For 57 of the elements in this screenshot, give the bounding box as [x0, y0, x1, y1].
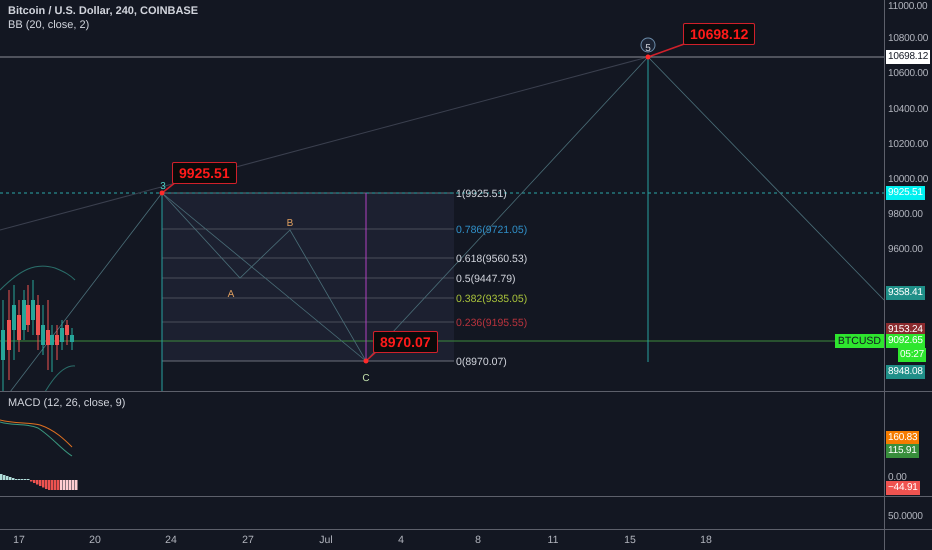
price-badge: 05:27 [898, 348, 926, 362]
fib-level-lines[interactable] [162, 192, 454, 362]
leader-line [366, 350, 378, 362]
fib-level-label: 0.5(9447.79) [456, 273, 516, 285]
value-badge: −44.91 [886, 481, 920, 495]
price-tick: 10200.00 [888, 139, 928, 151]
zigzag-line[interactable] [10, 56, 884, 391]
price-badge: 9925.51 [886, 186, 925, 200]
wave-label: B [286, 218, 294, 229]
price-badge: 10698.12 [886, 50, 930, 64]
fib-level-label: 0.236(9195.55) [456, 317, 528, 329]
wave-label: 3 [160, 181, 166, 192]
price-tick: 10800.00 [888, 33, 928, 45]
symbol-title: Bitcoin / U.S. Dollar, 240, COINBASE [8, 5, 198, 17]
time-label: 15 [624, 534, 636, 546]
fib-level-label: 0.786(9721.05) [456, 224, 528, 236]
price-tick: 9600.00 [888, 244, 923, 256]
leader-line [162, 181, 176, 194]
symbol-tag: BTCUSD [834, 334, 884, 348]
time-label: 8 [475, 534, 481, 546]
time-label: 20 [89, 534, 101, 546]
indicator-label: MACD (12, 26, close, 9) [8, 397, 126, 409]
anchor-dot[interactable] [364, 358, 368, 364]
price-callout[interactable]: 9925.51 [172, 162, 237, 184]
time-label: 24 [165, 534, 177, 546]
anchor-dot[interactable] [646, 54, 650, 60]
time-label: 11 [548, 534, 558, 546]
price-tick: 11000.00 [888, 1, 928, 13]
time-label: 27 [242, 534, 254, 546]
price-callout[interactable]: 8970.07 [373, 331, 438, 353]
indicator-label: BB (20, close, 2) [8, 19, 90, 31]
fib-level-label: 0.382(9335.05) [456, 293, 528, 305]
time-label: Jul [319, 534, 333, 546]
price-tick: 10600.00 [888, 68, 928, 80]
price-tick: 50.0000 [888, 511, 923, 523]
price-tick: 9800.00 [888, 209, 923, 221]
time-label: 18 [700, 534, 712, 546]
anchor-dot[interactable] [160, 190, 164, 196]
price-tick: 10400.00 [888, 104, 928, 116]
fib-level-label: 1(9925.51) [456, 188, 507, 200]
diagonal-line[interactable] [162, 192, 366, 362]
wave-circle-icon [640, 38, 656, 52]
fib-level-label: 0.618(9560.53) [456, 253, 528, 265]
time-label: 17 [13, 534, 25, 546]
price-tick: 10000.00 [888, 174, 928, 186]
price-tick: 0.00 [888, 472, 907, 483]
wave-label: 5 [645, 43, 651, 54]
fib-level-label: 0(8970.07) [456, 356, 507, 368]
price-badge: 9358.41 [886, 286, 925, 300]
price-callout[interactable]: 10698.12 [683, 23, 756, 45]
wave-label: C [362, 373, 370, 384]
value-badge: 160.83 [886, 431, 920, 445]
value-badge: 115.91 [886, 444, 919, 458]
price-badge: 8948.08 [886, 365, 925, 379]
wave-label: A [228, 289, 234, 300]
price-badge: 9092.65 [886, 334, 925, 348]
time-label: 4 [398, 534, 404, 546]
